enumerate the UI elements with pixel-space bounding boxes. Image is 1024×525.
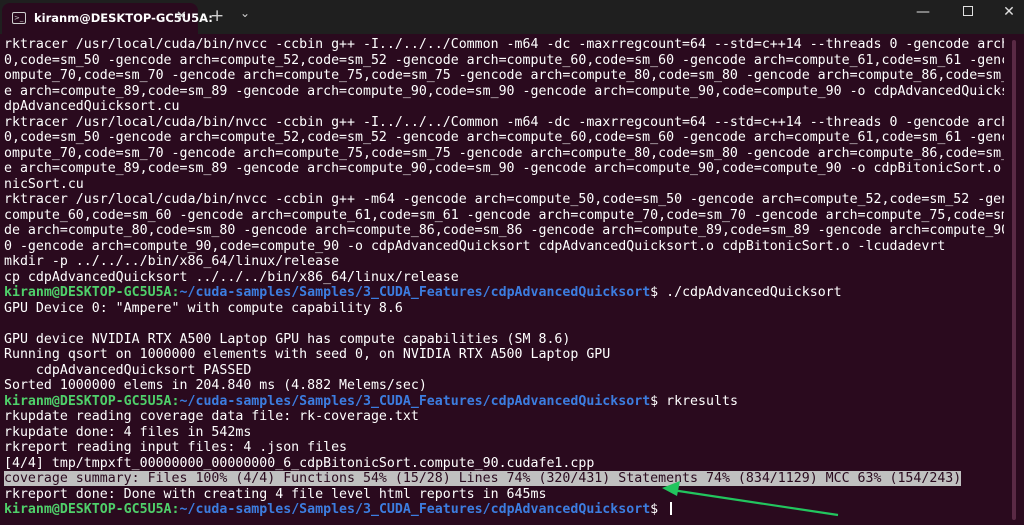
arrow-shaft [671, 488, 839, 517]
arrow-head [662, 481, 680, 496]
annotation-arrow [662, 481, 839, 517]
